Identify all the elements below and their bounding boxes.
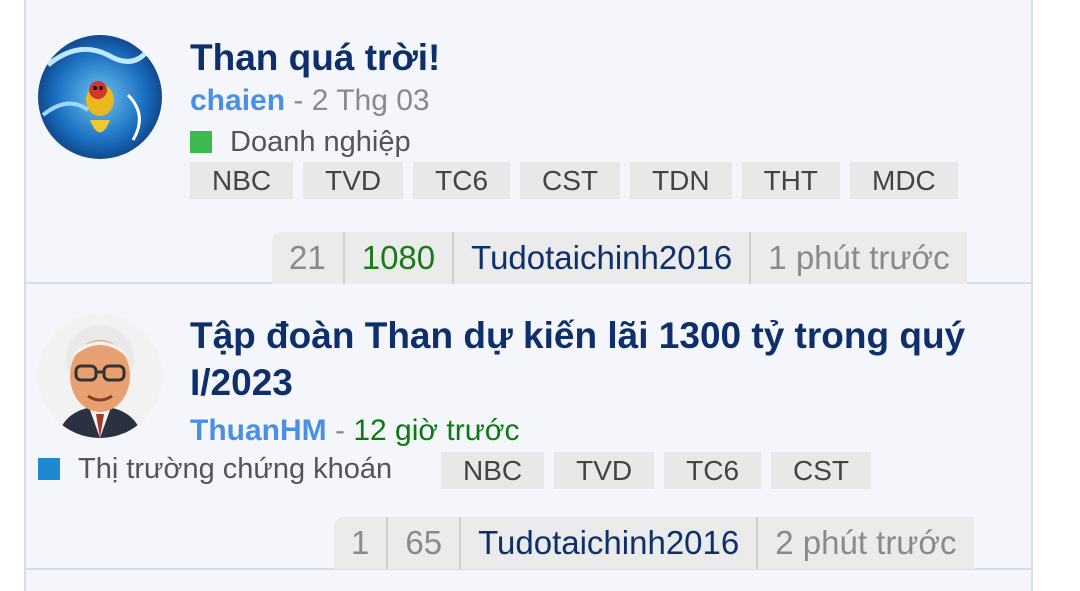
avatar[interactable] [38, 35, 162, 159]
thread-meta: chaien - 2 Thg 03 [190, 83, 430, 119]
meta-separator: - [326, 414, 354, 447]
last-poster-link[interactable]: Tudotaichinh2016 [454, 232, 752, 284]
avatar[interactable] [38, 314, 162, 438]
thread-title[interactable]: Tập đoàn Than dự kiến lãi 1300 tỷ trong … [190, 312, 1020, 406]
category-label: Thị trường chứng khoán [78, 453, 393, 485]
category-color-icon [38, 458, 60, 480]
tag[interactable]: TC6 [413, 162, 511, 199]
last-activity-time[interactable]: 2 phút trước [758, 517, 973, 569]
thread-meta: ThuanHM - 12 giờ trước [190, 413, 519, 449]
view-count: 1080 [345, 232, 455, 284]
category-color-icon [190, 131, 212, 153]
last-activity-time[interactable]: 1 phút trước [751, 232, 966, 284]
tag[interactable]: TDN [630, 162, 732, 199]
tag-list: NBC TVD TC6 CST TDN THT MDC [190, 162, 968, 199]
category-link[interactable]: Thị trường chứng khoán [38, 452, 392, 486]
thread-item[interactable]: Than quá trời! chaien - 2 Thg 03 Doanh n… [26, 0, 1031, 284]
meta-separator: - [285, 84, 312, 117]
tag[interactable]: TVD [554, 452, 655, 489]
thread-stats: 1 65 Tudotaichinh2016 2 phút trước [334, 517, 974, 569]
tag[interactable]: CST [771, 452, 872, 489]
reply-count: 21 [272, 232, 345, 284]
thread-list: Than quá trời! chaien - 2 Thg 03 Doanh n… [24, 0, 1033, 591]
view-count: 65 [388, 517, 462, 569]
avatar-image [38, 35, 162, 159]
tag-list: NBC TVD TC6 CST [441, 452, 881, 489]
thread-stats: 21 1080 Tudotaichinh2016 1 phút trước [272, 232, 967, 284]
tag[interactable]: MDC [850, 162, 958, 199]
category-label: Doanh nghiệp [230, 126, 411, 158]
tag[interactable]: NBC [190, 162, 294, 199]
tag[interactable]: NBC [441, 452, 545, 489]
tag[interactable]: THT [741, 162, 841, 199]
tag[interactable]: TC6 [664, 452, 762, 489]
tag[interactable]: TVD [303, 162, 404, 199]
author-link[interactable]: chaien [190, 84, 285, 117]
reply-count: 1 [334, 517, 389, 569]
category-link[interactable]: Doanh nghiệp [190, 125, 411, 159]
post-time: 2 Thg 03 [311, 84, 430, 117]
post-time: 12 giờ trước [353, 414, 520, 447]
author-link[interactable]: ThuanHM [190, 414, 327, 447]
avatar-image [38, 314, 162, 438]
thread-item[interactable]: Tập đoàn Than dự kiến lãi 1300 tỷ trong … [26, 284, 1031, 570]
thread-title[interactable]: Than quá trời! [190, 34, 440, 81]
tag[interactable]: CST [520, 162, 621, 199]
last-poster-link[interactable]: Tudotaichinh2016 [461, 517, 759, 569]
